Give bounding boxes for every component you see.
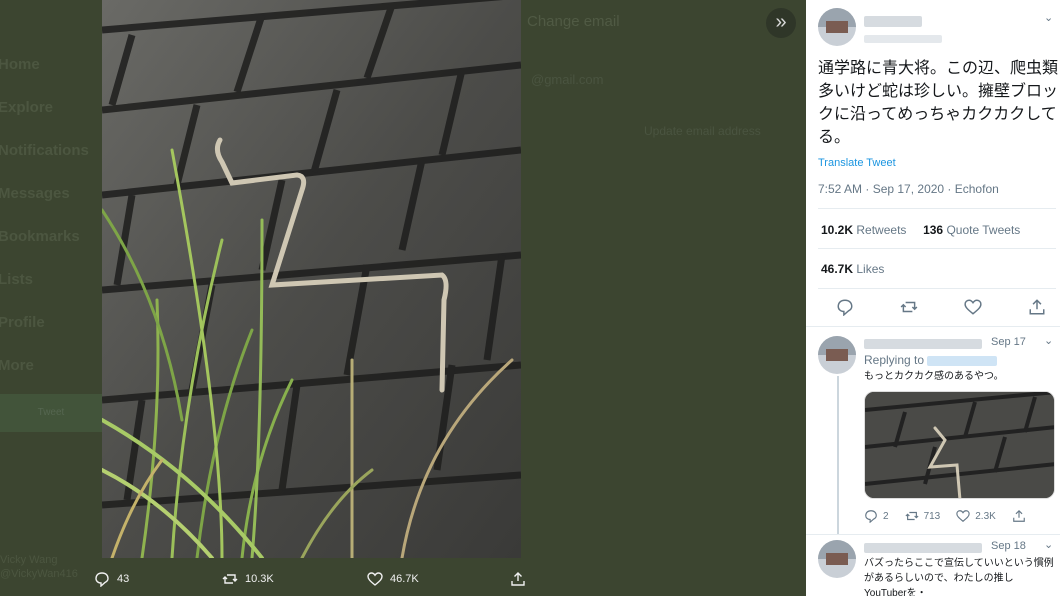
like-icon — [956, 510, 970, 522]
chevron-down-icon[interactable]: ⌄ — [1044, 334, 1053, 347]
reply-author-redacted[interactable] — [864, 336, 982, 354]
photo-like-action[interactable]: 46.7K — [367, 570, 419, 588]
likes-stat[interactable]: 46.7K Likes — [821, 262, 884, 276]
share-icon — [1013, 509, 1025, 522]
reply-icon[interactable] — [836, 298, 854, 316]
photo-retweet-action[interactable]: 10.3K — [222, 570, 274, 588]
divider — [806, 326, 1060, 327]
reply-photo-thumbnail[interactable] — [864, 391, 1055, 499]
background-user: Vicky Wang @VickyWan416 — [0, 553, 78, 581]
tweet-actions-row — [836, 298, 1046, 316]
divider — [806, 534, 1060, 535]
reply-like-action[interactable]: 2.3K — [956, 509, 996, 523]
replying-to: Replying to — [864, 353, 998, 367]
tweet-stats-row: 10.2K Retweets 136 Quote Tweets — [821, 223, 1020, 237]
author-handle-redacted — [864, 30, 942, 48]
author-avatar[interactable] — [818, 8, 856, 46]
settings-update: Update email address — [644, 124, 761, 138]
reply-text: バズったらここで宣伝していいという慣例があるらしいので、わたしの推しYouTub… — [864, 558, 1054, 596]
nav-notifications: Notifications — [0, 142, 89, 159]
reply-date[interactable]: Sep 17 — [991, 336, 1026, 348]
retweet-icon[interactable] — [900, 298, 918, 316]
nav-home: Home — [0, 56, 40, 73]
reply-avatar[interactable] — [818, 336, 856, 374]
chevron-down-icon[interactable]: ⌄ — [1044, 538, 1053, 551]
reply-text: もっとカクカク感のあるやつ。 — [864, 371, 1004, 382]
background-user-name: Vicky Wang — [0, 554, 58, 566]
reply-icon — [865, 510, 877, 523]
tweet-detail-panel: ⌄ 通学路に青大将。この辺、爬虫類多いけど蛇は珍しい。擁壁ブロックに沿ってめっち… — [806, 0, 1060, 596]
reply-date[interactable]: Sep 18 — [991, 540, 1026, 552]
share-icon — [511, 572, 525, 586]
reply-avatar[interactable] — [818, 540, 856, 578]
quote-tweets-stat[interactable]: 136 Quote Tweets — [923, 223, 1020, 237]
snake-thumbnail-image — [865, 392, 1054, 498]
nav-explore: Explore — [0, 99, 54, 116]
photo-reply-count: 43 — [117, 573, 130, 585]
like-icon[interactable] — [964, 298, 982, 316]
photo-reply-action[interactable]: 43 — [94, 570, 129, 588]
thread-line — [837, 376, 839, 534]
nav-lists: Lists — [0, 271, 34, 288]
reply-actions-row: 2 713 2.3K — [864, 509, 1054, 523]
like-icon — [367, 572, 383, 586]
divider — [818, 288, 1056, 289]
settings-title: Change email — [527, 13, 620, 30]
background-tweet-button: Tweet — [0, 394, 102, 432]
close-chevrons-icon[interactable]: » — [766, 8, 796, 38]
reply-icon — [95, 572, 109, 587]
background-settings: Change email @gmail.com Update email add… — [527, 0, 797, 596]
snake-photo-image — [102, 0, 521, 558]
tweet-meta: 7:52 AM · Sep 17, 2020 · Echofon — [818, 182, 999, 196]
retweets-stat[interactable]: 10.2K Retweets — [821, 223, 906, 237]
translate-tweet-link[interactable]: Translate Tweet — [818, 157, 896, 169]
nav-profile: Profile — [0, 314, 45, 331]
settings-email: @gmail.com — [531, 72, 604, 87]
background-sidebar: Home Explore Notifications Messages Book… — [0, 0, 102, 596]
background-user-handle: @VickyWan416 — [0, 568, 78, 580]
chevron-down-icon[interactable]: ⌄ — [1044, 11, 1053, 24]
nav-more: More — [0, 357, 34, 374]
tweet-photo[interactable] — [102, 0, 521, 558]
reply-retweet-action[interactable]: 713 — [905, 509, 940, 523]
retweet-icon — [905, 511, 919, 521]
divider — [818, 248, 1056, 249]
reply-share-action[interactable] — [1012, 509, 1031, 523]
tweet-text: 通学路に青大将。この辺、爬虫類多いけど蛇は珍しい。擁壁ブロックに沿ってめっちゃカ… — [818, 60, 1059, 146]
retweet-icon — [222, 574, 238, 584]
divider — [818, 208, 1056, 209]
photo-like-count: 46.7K — [390, 573, 419, 585]
photo-share-action[interactable] — [510, 570, 533, 588]
nav-messages: Messages — [0, 185, 70, 202]
nav-bookmarks: Bookmarks — [0, 228, 80, 245]
photo-retweet-count: 10.3K — [245, 573, 274, 585]
share-icon[interactable] — [1028, 298, 1046, 316]
reply-reply-action[interactable]: 2 — [864, 509, 889, 523]
